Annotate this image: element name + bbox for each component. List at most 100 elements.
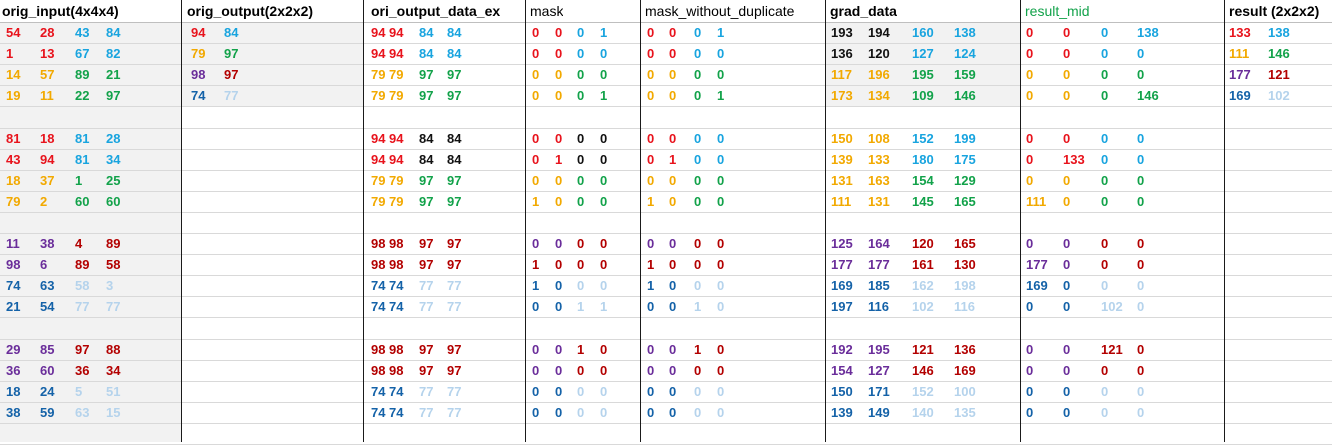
- orig-input-cell[interactable]: 25: [106, 170, 120, 191]
- result-mid-cell[interactable]: 177: [1026, 254, 1048, 275]
- orig-input-cell[interactable]: 14: [6, 64, 20, 85]
- result-mid-cell[interactable]: 133: [1063, 149, 1085, 170]
- result-header[interactable]: result (2x2x2): [1228, 0, 1319, 22]
- mask-cell[interactable]: 0: [577, 254, 584, 275]
- ori-output-data-ex-cell[interactable]: 94: [371, 149, 385, 170]
- result-mid-cell[interactable]: 0: [1063, 22, 1070, 43]
- result-mid-cell[interactable]: 138: [1137, 22, 1159, 43]
- orig-input-cell[interactable]: 36: [75, 360, 89, 381]
- orig-input-cell[interactable]: 88: [106, 339, 120, 360]
- result-mid-cell[interactable]: 0: [1101, 402, 1108, 423]
- result-mid-cell[interactable]: 0: [1026, 64, 1033, 85]
- ori-output-data-ex-cell[interactable]: 77: [419, 275, 433, 296]
- grad-data-cell[interactable]: 177: [868, 254, 890, 275]
- mask-without-duplicate-cell[interactable]: 0: [694, 360, 701, 381]
- mask-cell[interactable]: 0: [600, 254, 607, 275]
- result-mid-cell[interactable]: 0: [1101, 128, 1108, 149]
- grad-data-cell[interactable]: 124: [954, 43, 976, 64]
- result-mid-cell[interactable]: 111: [1026, 191, 1046, 212]
- mask-without-duplicate-cell[interactable]: 1: [717, 22, 724, 43]
- mask-without-duplicate-cell[interactable]: 0: [647, 339, 654, 360]
- result-cell[interactable]: 133: [1229, 22, 1251, 43]
- mask-without-duplicate-cell[interactable]: 0: [669, 339, 676, 360]
- ori-output-data-ex-cell[interactable]: 79: [371, 64, 385, 85]
- orig-input-cell[interactable]: 38: [40, 233, 54, 254]
- mask-cell[interactable]: 1: [600, 85, 607, 106]
- mask-without-duplicate-cell[interactable]: 0: [717, 170, 724, 191]
- orig-output-cell[interactable]: 74: [191, 85, 205, 106]
- mask-cell[interactable]: 0: [577, 22, 584, 43]
- mask-cell[interactable]: 0: [532, 149, 539, 170]
- grad-data-cell[interactable]: 135: [954, 402, 976, 423]
- mask-cell[interactable]: 0: [577, 85, 584, 106]
- result-mid-cell[interactable]: 0: [1101, 43, 1108, 64]
- grad-data-cell[interactable]: 131: [868, 191, 890, 212]
- mask-without-duplicate-cell[interactable]: 0: [694, 43, 701, 64]
- mask-cell[interactable]: 0: [532, 85, 539, 106]
- orig-input-cell[interactable]: 81: [6, 128, 20, 149]
- ori-output-data-ex-cell[interactable]: 77: [447, 296, 461, 317]
- ori-output-data-ex-cell[interactable]: 97: [419, 339, 433, 360]
- ori-output-data-ex-cell[interactable]: 74: [371, 402, 385, 423]
- ori-output-data-ex-cell[interactable]: 84: [419, 128, 433, 149]
- orig-input-cell[interactable]: 51: [106, 381, 120, 402]
- result-mid-cell[interactable]: 0: [1026, 402, 1033, 423]
- mask-without-duplicate-cell[interactable]: 0: [694, 149, 701, 170]
- grad-data-cell[interactable]: 146: [912, 360, 934, 381]
- result-mid-cell[interactable]: 0: [1063, 360, 1070, 381]
- ori-output-data-ex-cell[interactable]: 79: [389, 170, 403, 191]
- mask-without-duplicate-cell[interactable]: 0: [717, 402, 724, 423]
- mask-cell[interactable]: 0: [600, 339, 607, 360]
- result-cell[interactable]: 138: [1268, 22, 1290, 43]
- mask-without-duplicate-cell[interactable]: 0: [647, 381, 654, 402]
- result-mid-cell[interactable]: 0: [1063, 381, 1070, 402]
- mask-without-duplicate-cell[interactable]: 0: [647, 43, 654, 64]
- ori-output-data-ex-cell[interactable]: 94: [371, 22, 385, 43]
- mask-cell[interactable]: 1: [532, 191, 539, 212]
- ori-output-data-ex-cell[interactable]: 97: [447, 360, 461, 381]
- orig-input-cell[interactable]: 18: [40, 128, 54, 149]
- mask-cell[interactable]: 0: [555, 128, 562, 149]
- mask-without-duplicate-cell[interactable]: 0: [717, 233, 724, 254]
- ori-output-data-ex-cell[interactable]: 98: [371, 339, 385, 360]
- result-mid-cell[interactable]: 0: [1026, 85, 1033, 106]
- orig-output-cell[interactable]: 79: [191, 43, 205, 64]
- mask-without-duplicate-cell[interactable]: 0: [647, 233, 654, 254]
- grad-data-cell[interactable]: 175: [954, 149, 976, 170]
- ori-output-data-ex-cell[interactable]: 84: [447, 128, 461, 149]
- ori-output-data-ex-cell[interactable]: 97: [419, 254, 433, 275]
- mask-cell[interactable]: 0: [577, 275, 584, 296]
- grad-data-cell[interactable]: 130: [954, 254, 976, 275]
- grad-data-cell[interactable]: 146: [954, 85, 976, 106]
- mask-without-duplicate-cell[interactable]: 0: [717, 339, 724, 360]
- mask-without-duplicate-cell[interactable]: 0: [717, 296, 724, 317]
- ori-output-data-ex-cell[interactable]: 97: [447, 85, 461, 106]
- mask-cell[interactable]: 0: [555, 191, 562, 212]
- orig-input-cell[interactable]: 38: [6, 402, 20, 423]
- grad-data-cell[interactable]: 180: [912, 149, 934, 170]
- mask-without-duplicate-cell[interactable]: 0: [694, 233, 701, 254]
- ori-output-data-ex-cell[interactable]: 97: [447, 339, 461, 360]
- orig-input-cell[interactable]: 24: [40, 381, 54, 402]
- ori-output-data-ex-cell[interactable]: 79: [371, 191, 385, 212]
- mask-cell[interactable]: 0: [600, 149, 607, 170]
- mask-cell[interactable]: 0: [577, 191, 584, 212]
- grad-data-cell[interactable]: 195: [912, 64, 934, 85]
- ori-output-data-ex-cell[interactable]: 97: [447, 64, 461, 85]
- result-mid-cell[interactable]: 0: [1063, 170, 1070, 191]
- result-mid-cell[interactable]: 0: [1101, 254, 1108, 275]
- grad-data-cell[interactable]: 116: [868, 296, 889, 317]
- ori-output-data-ex-cell[interactable]: 98: [389, 254, 403, 275]
- result-mid-cell[interactable]: 0: [1101, 191, 1108, 212]
- mask-cell[interactable]: 0: [600, 191, 607, 212]
- orig-input-cell[interactable]: 3: [106, 275, 113, 296]
- orig-input-cell[interactable]: 79: [6, 191, 20, 212]
- ori-output-data-ex-cell[interactable]: 97: [447, 191, 461, 212]
- mask-without-duplicate-cell[interactable]: 0: [717, 360, 724, 381]
- ori-output-data-ex-cell[interactable]: 74: [389, 296, 403, 317]
- mask-cell[interactable]: 0: [577, 360, 584, 381]
- ori-output-data-ex-header[interactable]: ori_output_data_ex: [370, 0, 500, 22]
- mask-without-duplicate-cell[interactable]: 0: [694, 191, 701, 212]
- grad-data-cell[interactable]: 163: [868, 170, 890, 191]
- grad-data-cell[interactable]: 116: [954, 296, 975, 317]
